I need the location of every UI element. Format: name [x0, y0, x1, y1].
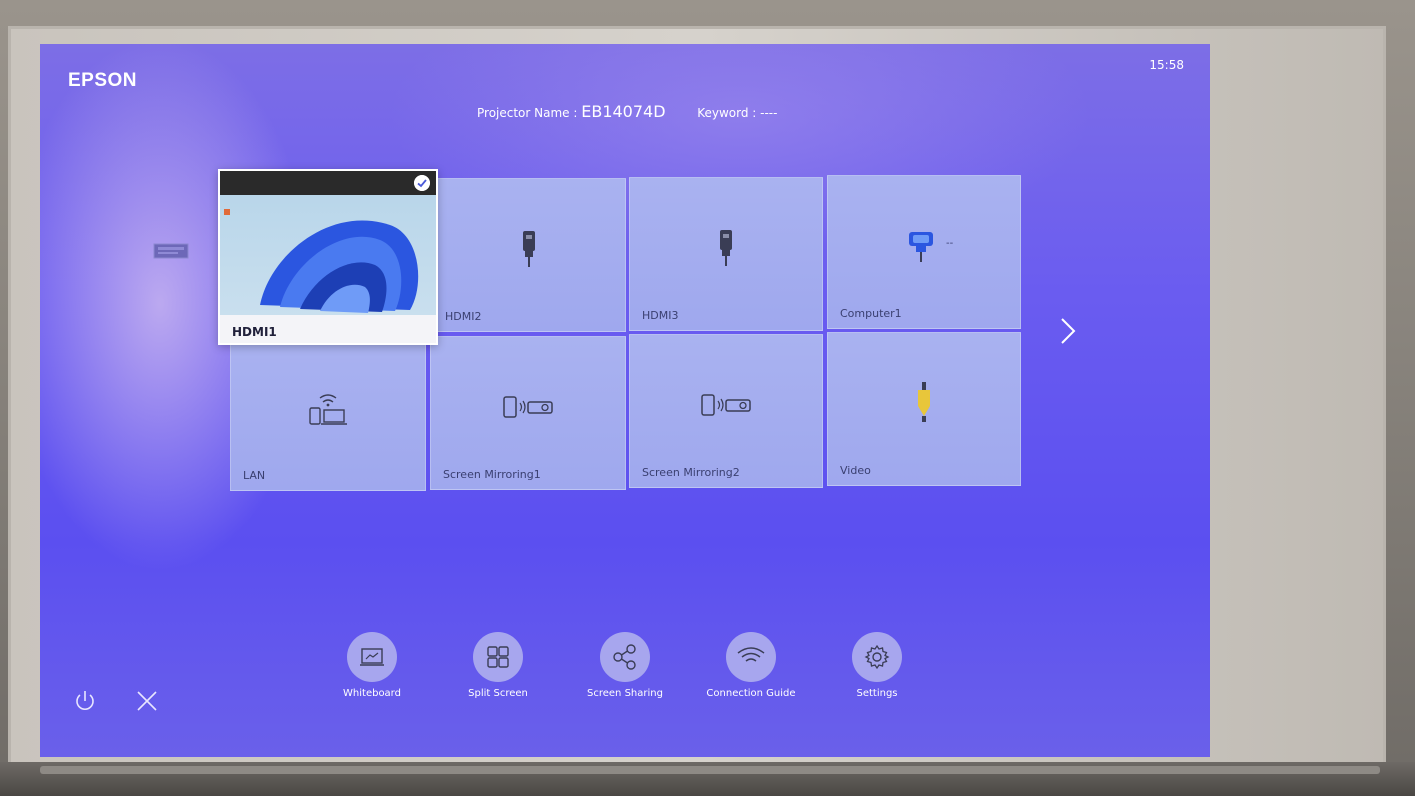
- power-icon[interactable]: [72, 688, 98, 714]
- chevron-right-icon[interactable]: [1056, 316, 1080, 346]
- tile-label: Video: [840, 464, 871, 477]
- projector-home-screen: EPSON 15:58 Projector Name : EB14074D Ke…: [40, 44, 1210, 757]
- tile-label: HDMI3: [642, 309, 679, 322]
- source-tile-screen-mirroring1[interactable]: Screen Mirroring1: [430, 336, 626, 490]
- lan-wifi-icon: [309, 394, 347, 425]
- source-tile-video[interactable]: Video: [827, 332, 1021, 486]
- screen-sharing-label: Screen Sharing: [587, 688, 663, 699]
- settings-button[interactable]: Settings: [827, 632, 927, 699]
- share-icon: [613, 644, 636, 670]
- screen-sharing-button[interactable]: Screen Sharing: [575, 632, 675, 699]
- tile-titlebar: [220, 171, 436, 195]
- close-icon[interactable]: [134, 688, 160, 714]
- source-tile-lan[interactable]: LAN: [230, 337, 426, 491]
- computer1-extra: --: [946, 238, 954, 249]
- source-list-icon[interactable]: [152, 240, 192, 262]
- screen-mirroring-icon: [701, 394, 751, 416]
- projector-name-label: Projector Name :: [477, 106, 578, 120]
- source-tile-hdmi2[interactable]: HDMI2: [432, 178, 626, 332]
- source-tile-screen-mirroring2[interactable]: Screen Mirroring2: [629, 334, 823, 488]
- marker-rail: [40, 766, 1380, 774]
- connection-guide-label: Connection Guide: [706, 688, 796, 699]
- split-screen-label: Split Screen: [468, 688, 528, 699]
- check-icon: [414, 175, 430, 191]
- wifi-icon: [737, 647, 765, 662]
- tile-label: Screen Mirroring1: [443, 468, 541, 481]
- tile-label: LAN: [243, 469, 266, 482]
- keyword-label: Keyword :: [697, 106, 757, 120]
- settings-label: Settings: [856, 688, 898, 699]
- whiteboard-icon: [360, 648, 384, 666]
- projector-name: EB14074D: [581, 102, 666, 121]
- tile-label: Screen Mirroring2: [642, 466, 740, 479]
- vga-plug-icon: [909, 231, 933, 262]
- whiteboard-button[interactable]: Whiteboard: [322, 632, 422, 699]
- split-screen-button[interactable]: Split Screen: [448, 632, 548, 699]
- gear-icon: [864, 644, 890, 670]
- hdmi-plug-icon: [523, 230, 535, 267]
- whiteboard-label: Whiteboard: [343, 688, 401, 699]
- source-tile-hdmi3[interactable]: HDMI3: [629, 177, 823, 331]
- tile-label: HDMI1: [232, 325, 277, 339]
- clock: 15:58: [1149, 58, 1184, 72]
- tile-label: Computer1: [840, 307, 902, 320]
- epson-logo: EPSON: [68, 70, 138, 91]
- source-tile-computer1[interactable]: -- Computer1: [827, 175, 1021, 329]
- keyword-value: ----: [760, 106, 778, 120]
- split-screen-icon: [487, 646, 509, 668]
- projector-info: Projector Name : EB14074D Keyword : ----: [477, 102, 777, 121]
- screen-mirroring-icon: [503, 396, 553, 418]
- source-tile-hdmi1[interactable]: HDMI1: [218, 169, 438, 345]
- hdmi-plug-icon: [720, 229, 732, 266]
- windows-desktop-preview: [220, 195, 436, 315]
- rca-plug-icon: [918, 381, 930, 422]
- connection-guide-button[interactable]: Connection Guide: [701, 632, 801, 699]
- tile-label: HDMI2: [445, 310, 482, 323]
